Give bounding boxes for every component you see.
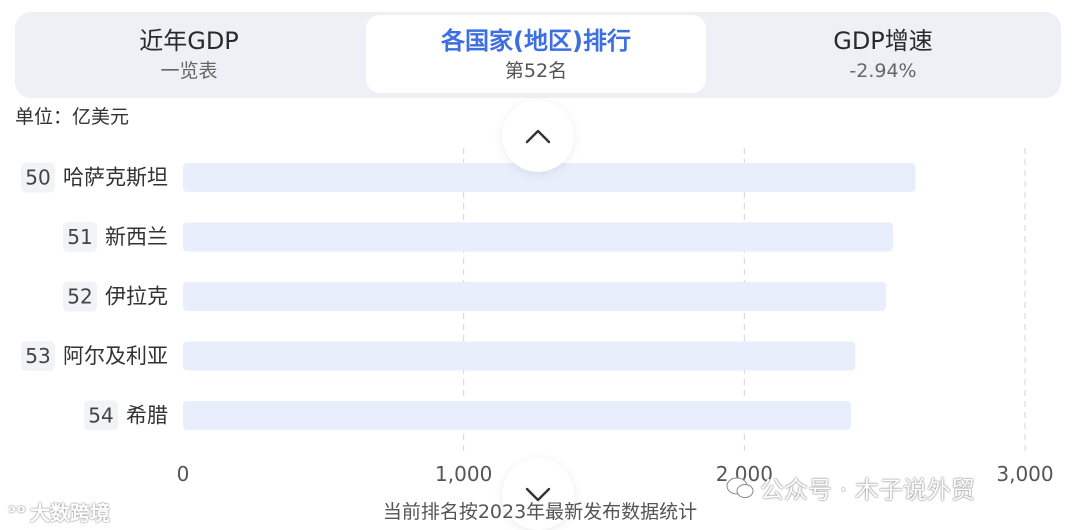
watermark-left: ᵓᵒ 大数跨境	[8, 497, 110, 526]
wechat-icon	[726, 477, 754, 498]
scroll-up-button[interactable]	[502, 100, 574, 172]
category-label: 希腊	[126, 404, 168, 428]
category-label: 新西兰	[105, 225, 168, 249]
category-label: 阿尔及利亚	[63, 344, 168, 368]
bar	[183, 401, 851, 430]
rank-label: 51	[67, 225, 92, 249]
ranking-bar-chart: 0 1,000 2,000 3,000哈萨克斯坦50新西兰51伊拉克52阿尔及利亚53…	[21, 148, 1054, 486]
bar	[183, 222, 894, 252]
category-label: 哈萨克斯坦	[63, 166, 168, 190]
x-tick-label: 1,000	[435, 462, 492, 486]
rank-label: 50	[25, 166, 50, 190]
x-tick-label: 3,000	[996, 462, 1053, 486]
rank-label: 52	[67, 285, 92, 309]
chevron-up-icon	[525, 129, 551, 144]
x-tick-label: 0	[177, 462, 190, 486]
bar	[183, 341, 856, 371]
watermark-left-text: 大数跨境	[30, 501, 111, 525]
watermark-right-text: 公众号 · 木子说外贸	[760, 476, 975, 504]
category-label: 伊拉克	[105, 285, 168, 309]
watermark-right: 公众号 · 木子说外贸	[726, 470, 975, 505]
bar	[183, 282, 887, 311]
rank-label: 54	[88, 404, 113, 428]
rank-label: 53	[25, 344, 50, 368]
watermark-logo-icon: ᵓᵒ	[8, 499, 27, 524]
